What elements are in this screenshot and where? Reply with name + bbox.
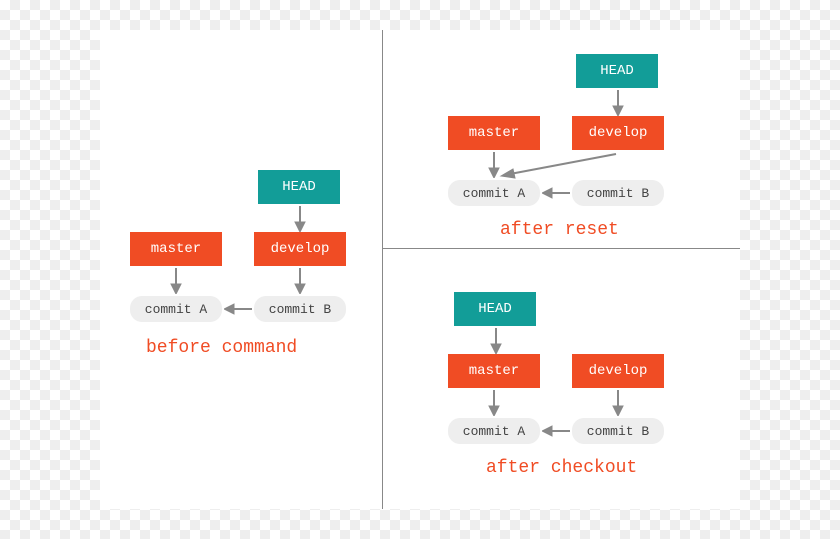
- divider-vertical: [382, 30, 383, 509]
- arrow-commitB-to-commitA-reset: [542, 187, 570, 199]
- arrow-head-to-develop-before: [294, 206, 306, 232]
- commitA-box-reset: commit A: [448, 180, 540, 206]
- develop-label: develop: [589, 363, 648, 379]
- arrow-develop-to-commitB-before: [294, 268, 306, 294]
- master-label: master: [151, 241, 201, 257]
- divider-horizontal: [382, 248, 740, 249]
- commitA-label: commit A: [463, 186, 525, 201]
- commitB-box-before: commit B: [254, 296, 346, 322]
- arrow-commitB-to-commitA-checkout: [542, 425, 570, 437]
- develop-box-checkout: develop: [572, 354, 664, 388]
- master-box-before: master: [130, 232, 222, 266]
- master-box-reset: master: [448, 116, 540, 150]
- commitA-box-before: commit A: [130, 296, 222, 322]
- head-box-before: HEAD: [258, 170, 340, 204]
- master-box-checkout: master: [448, 354, 540, 388]
- arrow-develop-to-commitB-checkout: [612, 390, 624, 416]
- arrow-head-to-develop-reset: [612, 90, 624, 116]
- commitA-label: commit A: [145, 302, 207, 317]
- commitB-box-checkout: commit B: [572, 418, 664, 444]
- head-label: HEAD: [600, 63, 634, 79]
- commitB-label: commit B: [587, 186, 649, 201]
- diagram-canvas: HEAD master develop commit A commit B be…: [100, 30, 740, 509]
- develop-label: develop: [271, 241, 330, 257]
- commitB-label: commit B: [587, 424, 649, 439]
- arrow-develop-to-commitA-reset: [498, 152, 618, 180]
- caption-reset: after reset: [500, 220, 619, 240]
- arrow-commitB-to-commitA-before: [224, 303, 252, 315]
- develop-label: develop: [589, 125, 648, 141]
- develop-box-before: develop: [254, 232, 346, 266]
- head-box-reset: HEAD: [576, 54, 658, 88]
- caption-checkout: after checkout: [486, 458, 637, 478]
- head-box-checkout: HEAD: [454, 292, 536, 326]
- master-label: master: [469, 363, 519, 379]
- caption-before: before command: [146, 338, 297, 358]
- develop-box-reset: develop: [572, 116, 664, 150]
- arrow-master-to-commitA-before: [170, 268, 182, 294]
- commitA-label: commit A: [463, 424, 525, 439]
- commitB-box-reset: commit B: [572, 180, 664, 206]
- arrow-master-to-commitA-checkout: [488, 390, 500, 416]
- head-label: HEAD: [282, 179, 316, 195]
- master-label: master: [469, 125, 519, 141]
- commitB-label: commit B: [269, 302, 331, 317]
- arrow-head-to-master-checkout: [490, 328, 502, 354]
- head-label: HEAD: [478, 301, 512, 317]
- commitA-box-checkout: commit A: [448, 418, 540, 444]
